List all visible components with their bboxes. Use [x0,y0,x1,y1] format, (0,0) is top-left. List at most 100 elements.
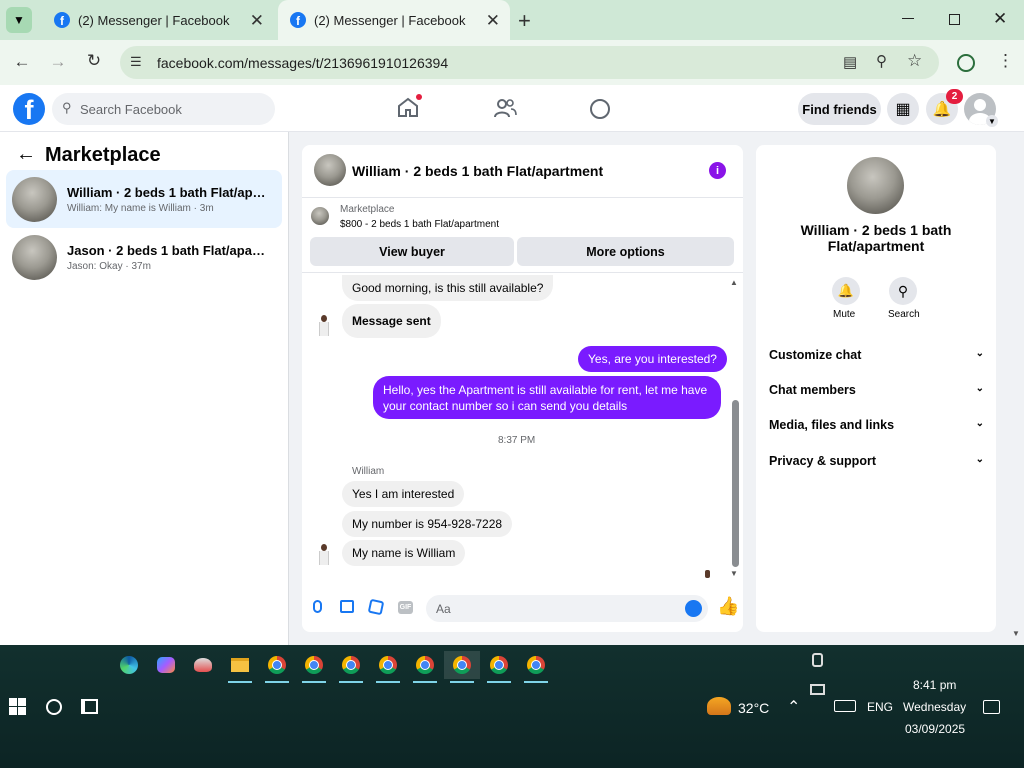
cortana-search-icon[interactable] [46,699,62,715]
search-conversation-button[interactable]: ⚲ [889,277,917,305]
sticker-icon[interactable] [367,598,385,616]
conversation-item-jason[interactable]: Jason · 2 beds 1 bath Flat/apartment Jas… [6,228,282,286]
page-scroll-down-arrow[interactable]: ▼ [1012,629,1020,638]
media-files-links-section[interactable]: Media, files and links ⌄ [769,418,984,432]
network-icon[interactable] [810,684,825,695]
message-bubble-out[interactable]: Hello, yes the Apartment is still availa… [373,376,721,419]
chat-title[interactable]: William · 2 beds 1 bath Flat/apartment [352,163,603,179]
read-receipt-avatar [705,570,710,578]
chrome-taskbar-icon[interactable] [263,651,291,683]
notification-center-icon[interactable] [983,700,1000,714]
menu-grid-button[interactable]: ▦ [887,93,919,125]
temperature[interactable]: 32°C [738,700,769,716]
scrollbar-thumb[interactable] [732,400,739,567]
clock-day[interactable]: Wednesday [903,700,966,714]
show-hidden-icons-chevron-icon[interactable]: ⌃ [787,697,800,717]
chrome-taskbar-icon[interactable] [300,651,328,683]
photo-icon[interactable] [340,600,354,613]
page-body: ← Marketplace William · 2 beds 1 bath Fl… [0,132,1024,645]
start-button[interactable] [9,698,26,715]
site-info-icon[interactable]: ☰ [130,54,142,70]
bookmark-star-icon[interactable]: ☆ [907,51,922,71]
chat-members-section[interactable]: Chat members ⌄ [769,383,984,397]
zoom-icon[interactable]: ⚲ [876,52,887,70]
tab-search-button[interactable]: ▼ [6,7,32,33]
chevron-down-icon: ⌄ [975,454,984,465]
message-bubble-in[interactable]: Good morning, is this still available? [342,275,554,301]
clock-date[interactable]: 03/09/2025 [905,722,965,736]
keyboard-icon[interactable] [834,700,856,712]
language-indicator[interactable]: ENG [867,700,893,714]
gif-icon[interactable]: GIF [398,601,413,614]
message-bubble-in[interactable]: Message sent [342,304,441,338]
browser-tab-active[interactable]: f (2) Messenger | Facebook ✕ [278,0,510,40]
groups-nav-icon[interactable] [590,99,610,119]
privacy-support-section[interactable]: Privacy & support ⌄ [769,454,984,468]
weather-icon[interactable] [707,697,731,715]
notification-count-badge: 2 [946,89,963,104]
facebook-logo[interactable]: f [13,93,45,125]
windows-taskbar: 32°C ⌃ ENG 8:41 pm Wednesday 03/09/2025 [0,645,1024,768]
back-arrow-icon[interactable]: ← [16,143,36,166]
file-explorer-taskbar-icon[interactable] [226,651,254,683]
chrome-taskbar-icon[interactable] [522,651,550,683]
address-bar[interactable]: ☰ facebook.com/messages/t/21369619101263… [120,46,939,79]
scroll-down-arrow[interactable]: ▼ [730,569,738,578]
close-tab-icon[interactable]: ✕ [486,11,500,31]
message-bubble-in[interactable]: My name is William [342,540,466,566]
new-tab-button[interactable]: + [518,8,531,34]
task-view-icon[interactable] [81,699,98,714]
chrome-taskbar-icon[interactable] [337,651,365,683]
info-title: William · 2 beds 1 bath Flat/apartment [800,222,952,254]
chat-avatar[interactable] [314,154,346,186]
install-app-icon[interactable]: ▤ [843,53,857,71]
message-bubble-in[interactable]: Yes I am interested [342,481,465,507]
message-bubble-out[interactable]: Yes, are you interested? [578,346,727,372]
bell-icon: 🔔 [837,283,855,298]
friends-nav-icon[interactable] [493,98,517,121]
search-facebook-box[interactable]: ⚲ Search Facebook [52,93,275,125]
copilot-taskbar-icon[interactable] [152,651,180,679]
edge-taskbar-icon[interactable] [115,651,143,679]
search-icon: ⚲ [62,100,72,115]
browser-tab-strip: ▼ f (2) Messenger | Facebook ✕ f (2) Mes… [0,0,1024,40]
message-input[interactable]: Aa [426,595,708,622]
close-window-button[interactable]: ✕ [993,9,1007,29]
chrome-taskbar-icon[interactable] [374,651,402,683]
conversation-item-william[interactable]: William · 2 beds 1 bath Flat/apart... Wi… [6,170,282,228]
microphone-icon[interactable] [313,600,322,613]
menu-kebab-icon[interactable]: ⋮ [997,51,1014,71]
message-text: Yes I am interested [352,487,455,501]
reload-button[interactable]: ↻ [82,51,106,71]
conversation-preview: William: My name is William · 3m [67,202,214,214]
chrome-taskbar-icon-active[interactable] [444,651,480,683]
message-text: My name is William [352,546,456,560]
view-buyer-button[interactable]: View buyer [310,237,514,266]
forward-button[interactable]: → [46,52,70,72]
profile-icon[interactable] [957,54,975,72]
listing-detail[interactable]: $800 - 2 beds 1 bath Flat/apartment [340,219,499,230]
plus-icon: + [518,8,531,33]
clock-time[interactable]: 8:41 pm [913,678,956,692]
chrome-taskbar-icon[interactable] [485,651,513,683]
account-chevron-icon[interactable]: ▼ [986,115,998,127]
minimize-button[interactable] [902,18,914,19]
browser-tab[interactable]: f (2) Messenger | Facebook ✕ [42,0,274,40]
browser-toolbar: ← → ↻ ☰ facebook.com/messages/t/21369619… [0,40,1024,85]
more-options-button[interactable]: More options [517,237,734,266]
like-thumb-icon[interactable]: 👍 [717,596,739,617]
scroll-up-arrow[interactable]: ▲ [730,278,738,287]
home-nav-icon[interactable] [397,94,422,117]
message-bubble-in[interactable]: My number is 954-928-7228 [342,511,513,537]
phone-link-icon[interactable] [812,653,823,667]
mute-button[interactable]: 🔔 [832,277,860,305]
restore-button[interactable] [949,14,960,25]
info-icon[interactable]: i [709,162,726,179]
app-taskbar-icon[interactable] [189,651,217,679]
customize-chat-section[interactable]: Customize chat ⌄ [769,348,984,362]
chrome-taskbar-icon[interactable] [411,651,439,683]
back-button[interactable]: ← [10,52,34,72]
find-friends-button[interactable]: Find friends [798,93,881,125]
emoji-icon[interactable] [685,600,702,617]
close-tab-icon[interactable]: ✕ [250,11,264,31]
